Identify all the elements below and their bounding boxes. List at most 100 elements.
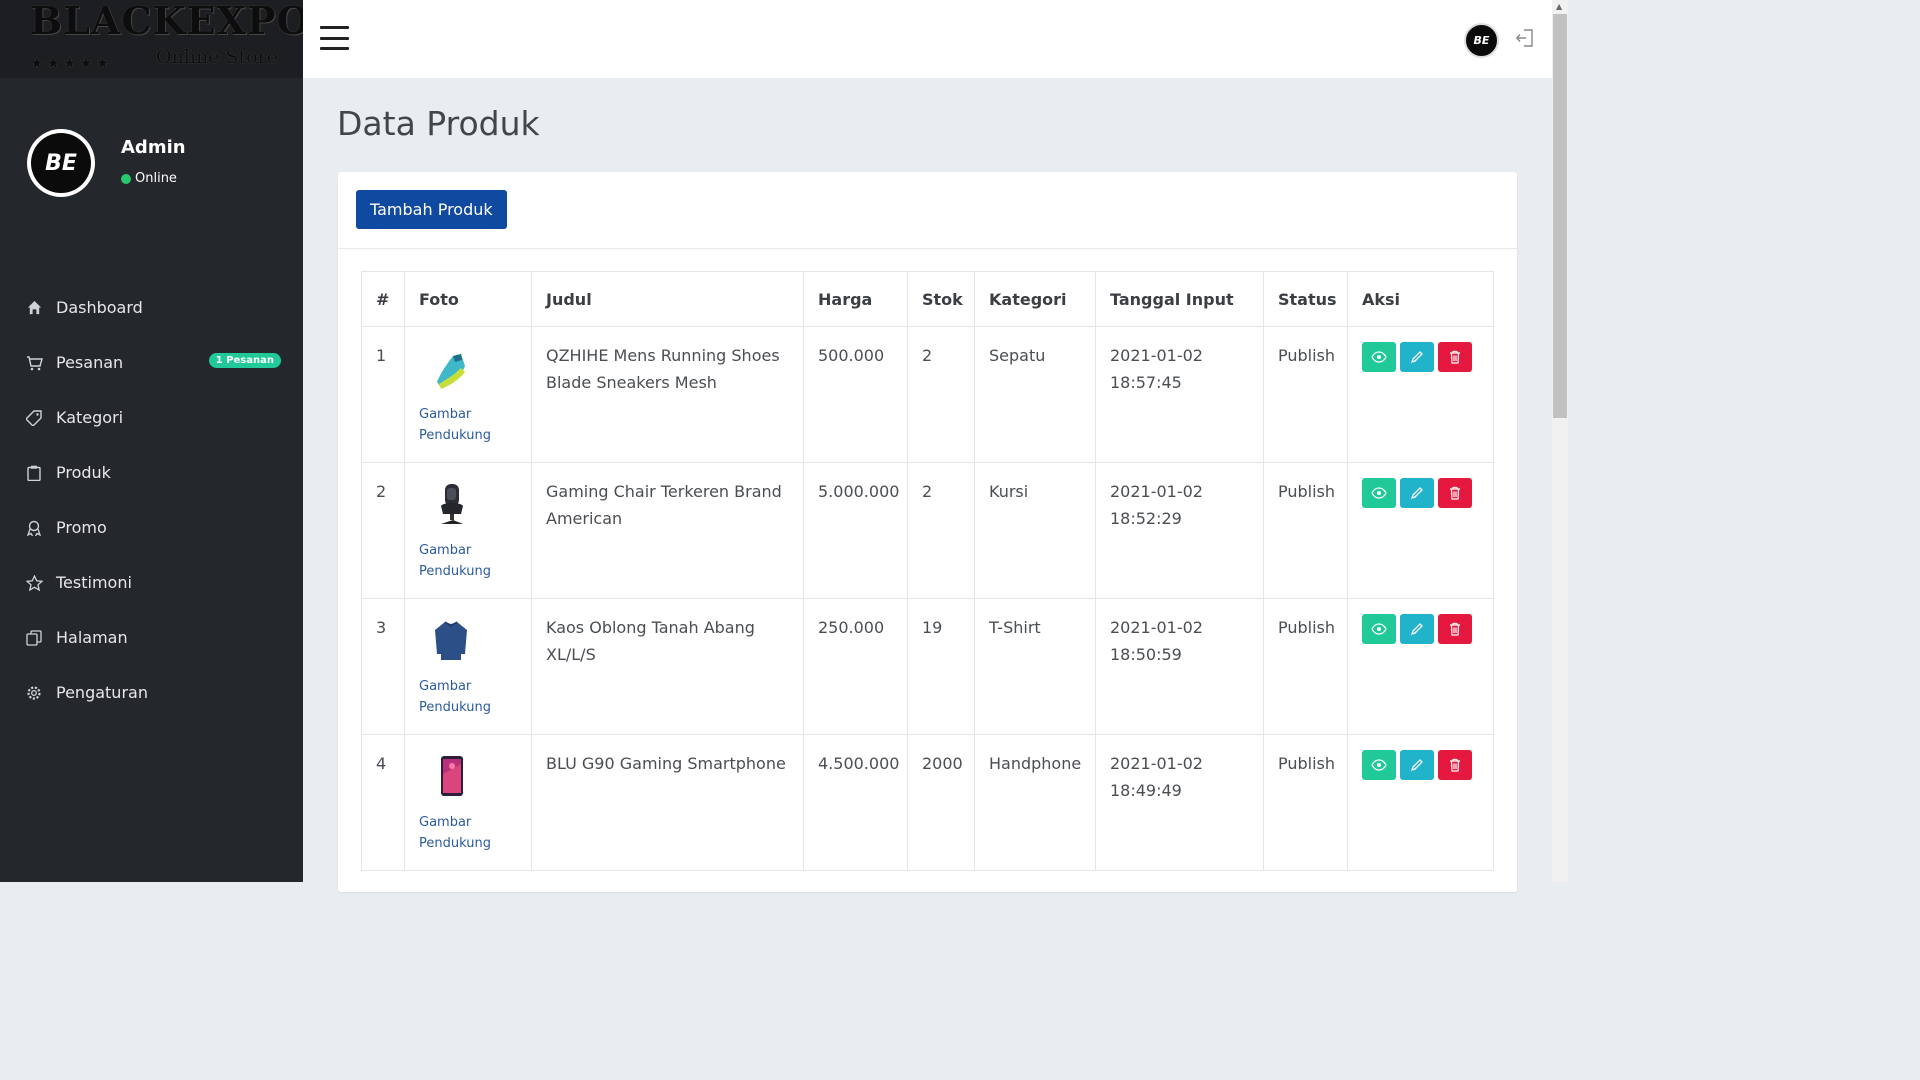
view-button[interactable] <box>1362 614 1396 644</box>
user-panel: BE Admin Online <box>27 129 287 199</box>
product-title: Gaming Chair Terkeren Brand American <box>531 462 804 599</box>
product-price: 4.500.000 <box>803 734 908 871</box>
row-number: 2 <box>361 462 405 599</box>
product-category: Sepatu <box>974 326 1096 463</box>
product-card: Tambah Produk # Foto Judul Harga Stok Ka… <box>338 172 1517 892</box>
supporting-images-link[interactable]: Gambar Pendukung <box>419 540 517 582</box>
edit-button[interactable] <box>1400 478 1434 508</box>
sidebar-item-label: Pesanan <box>56 353 124 372</box>
home-icon <box>25 299 43 317</box>
sidebar-item-label: Dashboard <box>56 298 143 317</box>
sidebar-nav: Dashboard Pesanan 1 Pesanan Kategori Pro… <box>0 280 303 720</box>
pencil-icon <box>1410 759 1423 772</box>
scrollbar-thumb[interactable] <box>1553 14 1567 418</box>
cart-icon <box>25 354 43 372</box>
page-title: Data Produk <box>337 104 540 143</box>
user-name: Admin <box>121 137 186 158</box>
column-header[interactable]: Aksi <box>1347 271 1494 327</box>
column-header[interactable]: Foto <box>404 271 532 327</box>
actions-cell <box>1347 598 1494 735</box>
product-title: Kaos Oblong Tanah Abang XL/L/S <box>531 598 804 735</box>
delete-button[interactable] <box>1438 478 1472 508</box>
sidebar-item-produk[interactable]: Produk <box>0 445 303 500</box>
table-header-row: # Foto Judul Harga Stok Kategori Tanggal… <box>361 271 1494 327</box>
pencil-icon <box>1410 487 1423 500</box>
edit-button[interactable] <box>1400 342 1434 372</box>
table-row: 3 Gambar Pendukung Kaos Oblong Tanah Aban… <box>361 598 1494 735</box>
user-avatar-button[interactable]: BE <box>1464 23 1499 58</box>
column-header[interactable]: Stok <box>907 271 975 327</box>
table-row: 1 Gambar Pendukung QZHIHE Mens Running Sh… <box>361 326 1494 463</box>
sidebar-item-halaman[interactable]: Halaman <box>0 610 303 665</box>
sidebar-item-label: Pengaturan <box>56 683 148 702</box>
brand-subtitle: Online Store <box>156 46 278 68</box>
column-header[interactable]: Judul <box>531 271 804 327</box>
logout-icon[interactable] <box>1515 28 1535 48</box>
sidebar-item-label: Kategori <box>56 408 124 427</box>
supporting-images-link[interactable]: Gambar Pendukung <box>419 812 517 854</box>
supporting-images-link[interactable]: Gambar Pendukung <box>419 676 517 718</box>
product-thumbnail[interactable] <box>431 618 471 664</box>
page-scrollbar[interactable]: ▲ <box>1552 0 1568 882</box>
sidebar-item-label: Promo <box>56 518 107 537</box>
add-product-button[interactable]: Tambah Produk <box>356 190 507 229</box>
sidebar-item-pesanan[interactable]: Pesanan 1 Pesanan <box>0 335 303 390</box>
eye-icon <box>1371 759 1387 771</box>
column-header[interactable]: Tanggal Input <box>1095 271 1264 327</box>
delete-button[interactable] <box>1438 342 1472 372</box>
pencil-icon <box>1410 623 1423 636</box>
product-category: Kursi <box>974 462 1096 599</box>
product-thumbnail[interactable] <box>431 482 471 528</box>
edit-button[interactable] <box>1400 750 1434 780</box>
product-category: T-Shirt <box>974 598 1096 735</box>
photo-cell: Gambar Pendukung <box>404 734 532 871</box>
product-price: 500.000 <box>803 326 908 463</box>
product-stock: 2 <box>907 326 975 463</box>
brand-stars: ★★★★★ <box>30 54 113 72</box>
menu-toggle-icon[interactable] <box>320 26 349 50</box>
pencil-icon <box>1410 351 1423 364</box>
product-price: 250.000 <box>803 598 908 735</box>
product-status: Publish <box>1263 462 1348 599</box>
brand-logo[interactable]: BLACKEXPO ★★★★★ Online Store <box>0 0 303 78</box>
input-date: 2021-01-02 18:49:49 <box>1095 734 1264 871</box>
actions-cell <box>1347 734 1494 871</box>
sidebar-item-label: Halaman <box>56 628 128 647</box>
input-date: 2021-01-02 18:57:45 <box>1095 326 1264 463</box>
product-thumbnail[interactable] <box>431 754 471 800</box>
sidebar-item-label: Testimoni <box>56 573 132 592</box>
supporting-images-link[interactable]: Gambar Pendukung <box>419 404 517 446</box>
sidebar-item-promo[interactable]: Promo <box>0 500 303 555</box>
view-button[interactable] <box>1362 478 1396 508</box>
product-thumbnail[interactable] <box>431 346 471 392</box>
photo-cell: Gambar Pendukung <box>404 598 532 735</box>
column-header[interactable]: # <box>361 271 405 327</box>
column-header[interactable]: Status <box>1263 271 1348 327</box>
delete-button[interactable] <box>1438 750 1472 780</box>
trash-icon <box>1450 758 1460 772</box>
input-date: 2021-01-02 18:50:59 <box>1095 598 1264 735</box>
column-header[interactable]: Harga <box>803 271 908 327</box>
sidebar-item-pengaturan[interactable]: Pengaturan <box>0 665 303 720</box>
table-row: 2 Gambar Pendukung Gaming Chair Terkeren … <box>361 462 1494 599</box>
tag-icon <box>25 409 43 427</box>
delete-button[interactable] <box>1438 614 1472 644</box>
sidebar-item-dashboard[interactable]: Dashboard <box>0 280 303 335</box>
gear-icon <box>25 684 43 702</box>
column-header[interactable]: Kategori <box>974 271 1096 327</box>
view-button[interactable] <box>1362 750 1396 780</box>
product-status: Publish <box>1263 326 1348 463</box>
sidebar-item-label: Produk <box>56 463 111 482</box>
product-title: BLU G90 Gaming Smartphone <box>531 734 804 871</box>
topbar: BE <box>303 0 1552 78</box>
pages-icon <box>25 629 43 647</box>
sidebar-item-testimoni[interactable]: Testimoni <box>0 555 303 610</box>
view-button[interactable] <box>1362 342 1396 372</box>
user-status: Online <box>121 171 177 186</box>
star-icon <box>25 574 43 592</box>
product-table: # Foto Judul Harga Stok Kategori Tanggal… <box>361 271 1494 871</box>
product-title: QZHIHE Mens Running Shoes Blade Sneakers… <box>531 326 804 463</box>
edit-button[interactable] <box>1400 614 1434 644</box>
scroll-up-icon[interactable]: ▲ <box>1556 2 1562 11</box>
sidebar-item-kategori[interactable]: Kategori <box>0 390 303 445</box>
